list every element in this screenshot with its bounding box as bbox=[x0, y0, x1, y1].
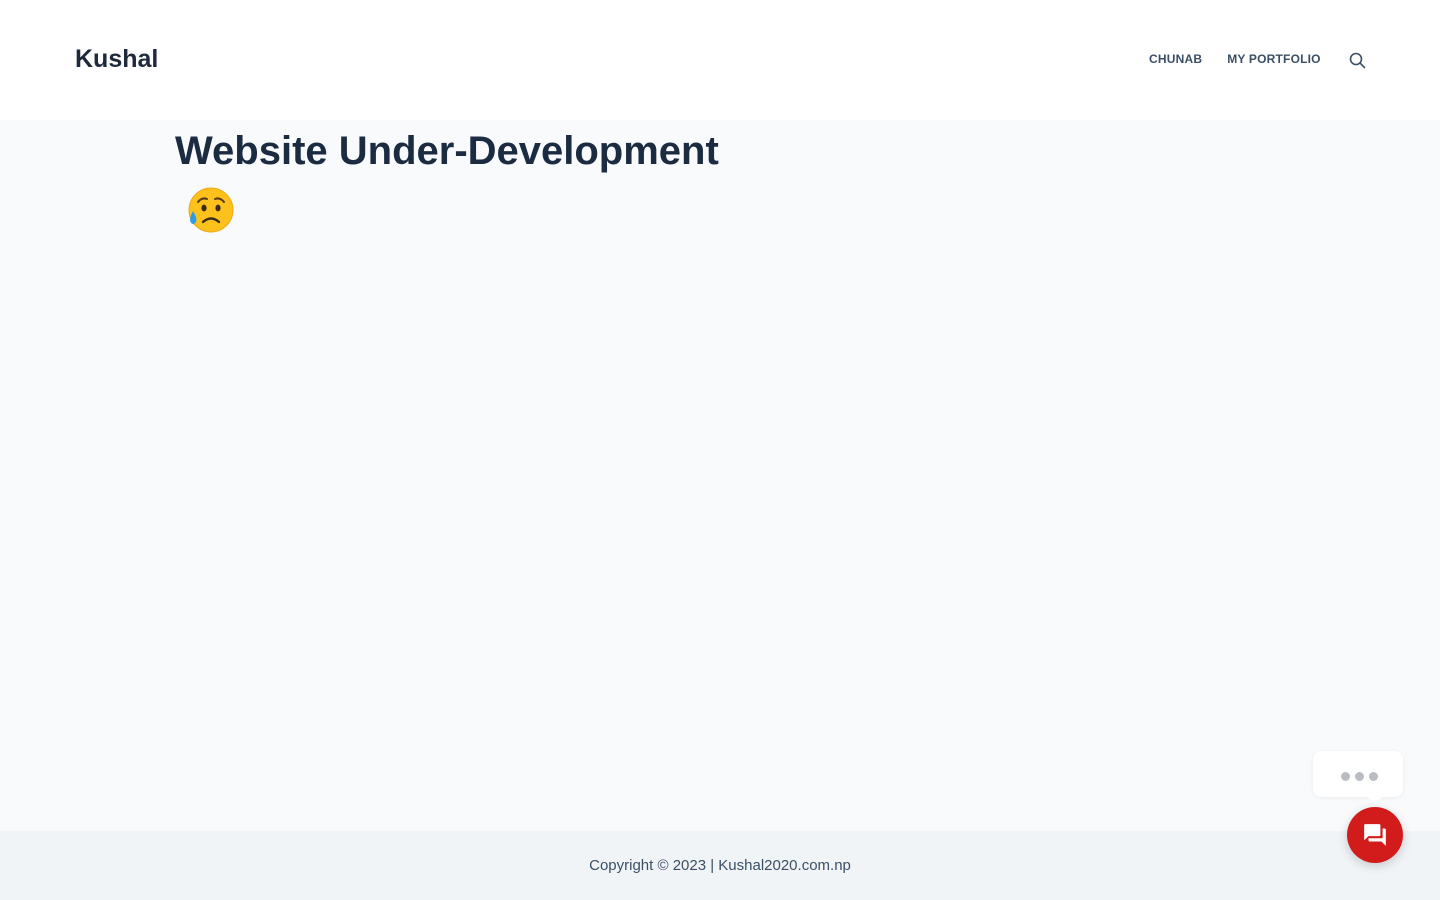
page-title: Website Under-Development bbox=[175, 129, 719, 173]
site-logo[interactable]: Kushal bbox=[75, 44, 158, 74]
chat-button[interactable] bbox=[1347, 807, 1403, 863]
search-icon[interactable] bbox=[1348, 51, 1366, 69]
typing-dot bbox=[1369, 772, 1378, 781]
chat-icon bbox=[1364, 824, 1386, 846]
site-header: Kushal CHUNAB MY PORTFOLIO bbox=[0, 0, 1440, 120]
chat-typing-bubble[interactable] bbox=[1313, 751, 1403, 804]
sad-but-relieved-face-icon bbox=[188, 187, 234, 233]
typing-dots-icon bbox=[1341, 772, 1350, 781]
main-content: Website Under-Development bbox=[0, 120, 1440, 831]
nav-item-my-portfolio[interactable]: MY PORTFOLIO bbox=[1227, 52, 1321, 66]
copyright-text: Copyright © 2023 | Kushal2020.com.np bbox=[589, 857, 851, 874]
site-footer: Copyright © 2023 | Kushal2020.com.np bbox=[0, 831, 1440, 900]
main-nav: CHUNAB MY PORTFOLIO bbox=[1149, 52, 1321, 66]
typing-dot bbox=[1355, 772, 1364, 781]
nav-item-chunab[interactable]: CHUNAB bbox=[1149, 52, 1202, 66]
